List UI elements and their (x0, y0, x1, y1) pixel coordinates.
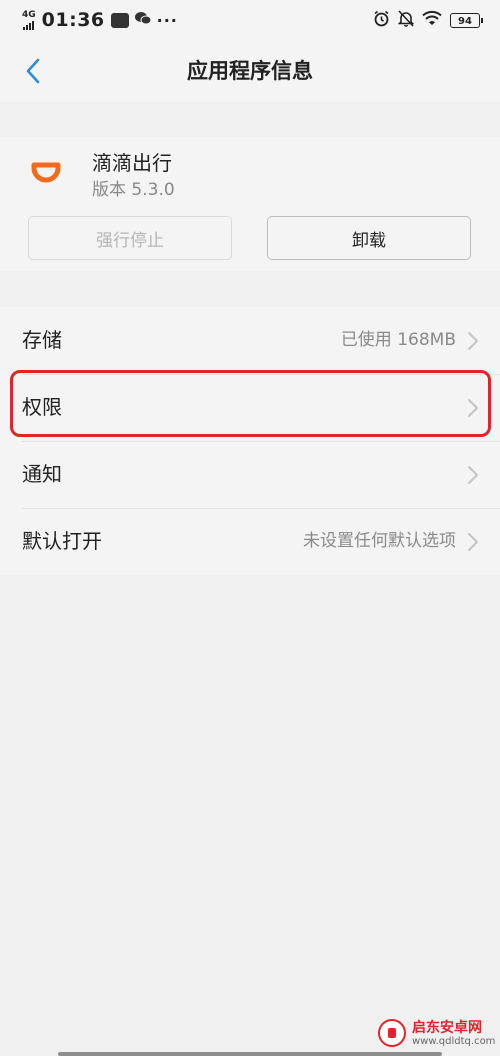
page-title: 应用程序信息 (187, 59, 313, 83)
chevron-right-icon (468, 399, 478, 417)
uninstall-button[interactable]: 卸载 (267, 216, 471, 260)
status-time: 01:36 (41, 9, 105, 31)
chevron-right-icon (468, 533, 478, 551)
list-item-title: 权限 (22, 395, 62, 419)
app-bar: 应用程序信息 (0, 40, 500, 102)
didi-app-icon (26, 151, 66, 191)
list-item-title: 通知 (22, 462, 62, 486)
wechat-icon (134, 11, 152, 29)
list-item-title: 存储 (22, 328, 62, 352)
watermark-logo-icon (378, 1019, 406, 1047)
chevron-left-icon (26, 58, 40, 84)
app-info-card: 滴滴出行 版本 5.3.0 强行停止 卸载 (0, 137, 500, 271)
list-item-storage[interactable]: 存储 已使用 168MB (0, 307, 500, 374)
settings-list: 存储 已使用 168MB 权限 通知 默认打开 未设置任何默认选项 (0, 307, 500, 575)
watermark-url: www.qdldtq.com (412, 1036, 496, 1047)
list-item-value: 已使用 168MB (340, 330, 456, 350)
app-name: 滴滴出行 (92, 151, 172, 175)
mute-bell-icon (397, 9, 415, 31)
network-type: 4G (22, 9, 36, 20)
wifi-icon (422, 10, 442, 30)
battery-icon: 94 (450, 12, 483, 28)
list-item-value: 未设置任何默认选项 (303, 531, 456, 551)
list-item-permissions[interactable]: 权限 (0, 374, 500, 441)
app-version: 版本 5.3.0 (92, 180, 175, 200)
list-item-title: 默认打开 (22, 529, 102, 553)
app-notification-icon (110, 12, 129, 28)
list-item-open-by-default[interactable]: 默认打开 未设置任何默认选项 (0, 508, 500, 575)
force-stop-button[interactable]: 强行停止 (28, 216, 232, 260)
status-left: 4G 01:36 ··· (22, 8, 178, 32)
navigation-bar[interactable] (58, 1052, 442, 1056)
chevron-right-icon (468, 466, 478, 484)
more-notifications: ··· (156, 10, 178, 30)
watermark: 启东安卓网 www.qdldtq.com (378, 1013, 496, 1053)
list-item-notifications[interactable]: 通知 (0, 441, 500, 508)
battery-level: 94 (458, 15, 472, 27)
signal-icon: 4G (22, 9, 36, 30)
alarm-icon (373, 10, 390, 31)
chevron-right-icon (468, 332, 478, 350)
status-bar: 4G 01:36 ··· 94 (0, 0, 500, 40)
back-button[interactable] (14, 52, 52, 90)
watermark-name: 启东安卓网 (412, 1020, 482, 1036)
screen: 4G 01:36 ··· 94 应用程序信息 滴滴出行 版本 5.3.0 强行停… (0, 0, 500, 1056)
status-right: 94 (373, 8, 483, 32)
